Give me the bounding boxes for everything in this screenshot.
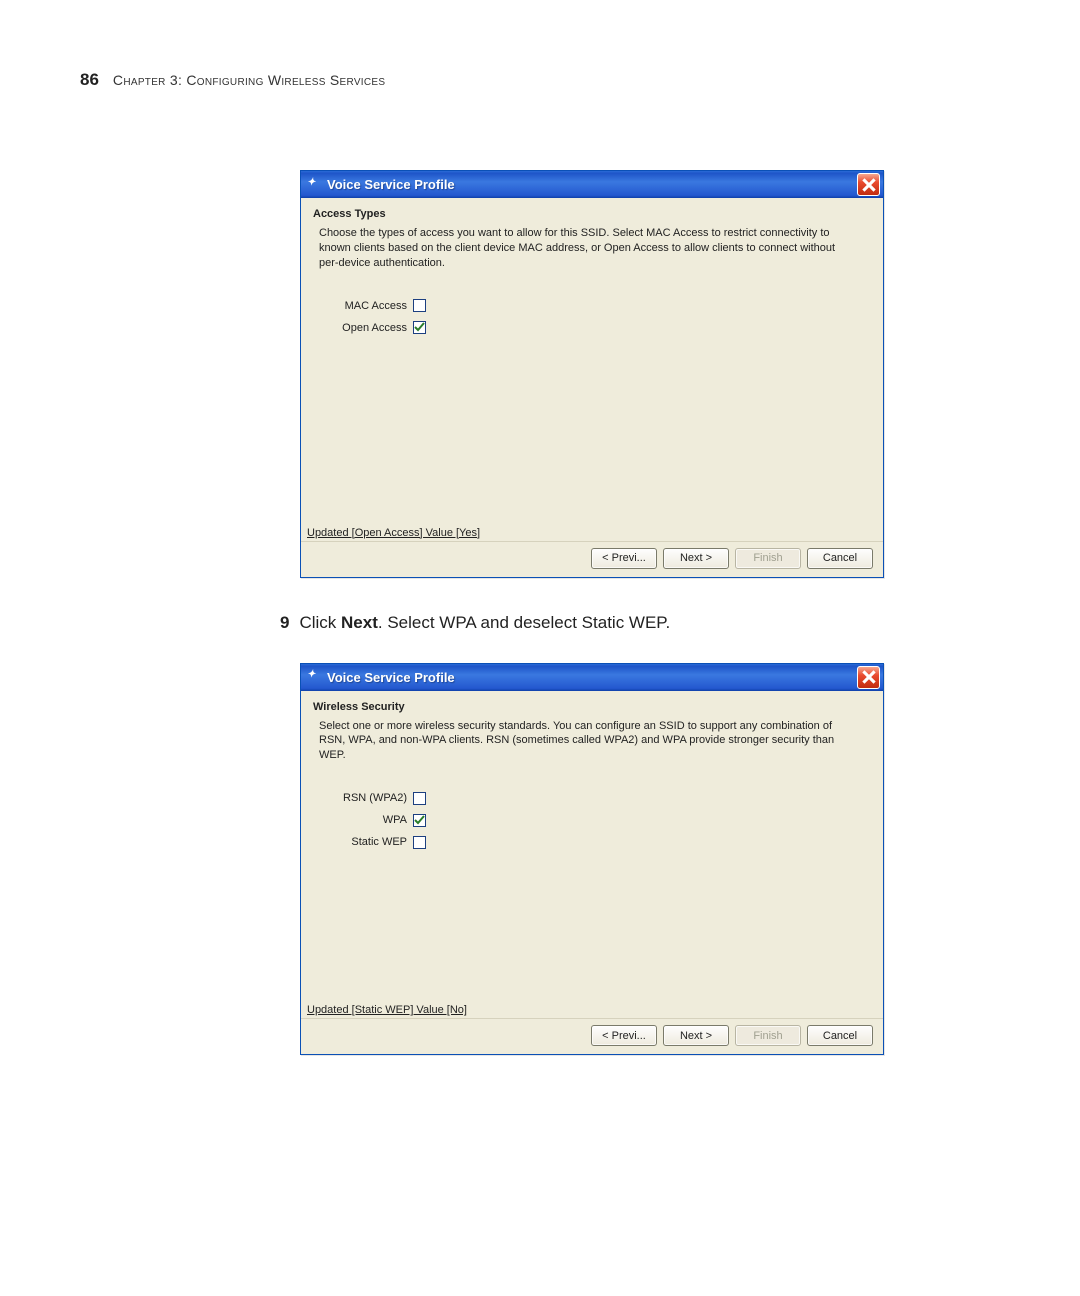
options-area: MAC Access Open Access [301, 277, 883, 525]
open-access-checkbox[interactable] [413, 321, 426, 334]
close-button[interactable] [857, 666, 880, 689]
dialog-voice-service-profile-2: ✦ Voice Service Profile Wireless Securit… [300, 663, 884, 1056]
section-description: Select one or more wireless security sta… [313, 719, 871, 764]
option-row-static-wep: Static WEP [301, 831, 883, 853]
option-row-wpa: WPA [301, 809, 883, 831]
screenshot-2: ✦ Voice Service Profile Wireless Securit… [300, 663, 1000, 1056]
page-header: 86 Chapter 3: Configuring Wireless Servi… [80, 70, 1000, 90]
nav-bar: < Previ... Next > Finish Cancel [301, 1018, 883, 1054]
section-description: Choose the types of access you want to a… [313, 226, 871, 271]
document-page: 86 Chapter 3: Configuring Wireless Servi… [0, 0, 1080, 1170]
option-label: Open Access [319, 322, 413, 334]
option-label: Static WEP [319, 836, 413, 848]
options-area: RSN (WPA2) WPA Static WEP [301, 769, 883, 1002]
option-row-mac-access: MAC Access [301, 295, 883, 317]
titlebar: ✦ Voice Service Profile [301, 171, 883, 198]
mac-access-checkbox[interactable] [413, 299, 426, 312]
instruction-step-9: 9 Click Next. Select WPA and deselect St… [280, 613, 1000, 633]
chapter-title: Chapter 3: Configuring Wireless Services [113, 72, 385, 88]
option-row-rsn-wpa2: RSN (WPA2) [301, 787, 883, 809]
description-panel: Wireless Security Select one or more wir… [301, 691, 883, 770]
cancel-button[interactable]: Cancel [807, 1025, 873, 1046]
rsn-wpa2-checkbox[interactable] [413, 792, 426, 805]
option-label: RSN (WPA2) [319, 792, 413, 804]
app-icon: ✦ [307, 177, 323, 193]
static-wep-checkbox[interactable] [413, 836, 426, 849]
section-heading: Wireless Security [313, 701, 871, 713]
titlebar: ✦ Voice Service Profile [301, 664, 883, 691]
previous-button[interactable]: < Previ... [591, 1025, 657, 1046]
option-row-open-access: Open Access [301, 317, 883, 339]
finish-button: Finish [735, 1025, 801, 1046]
page-number: 86 [80, 70, 99, 90]
close-icon [862, 178, 876, 192]
step-text: Click Next. Select WPA and deselect Stat… [299, 613, 670, 633]
status-line: Updated [Static WEP] Value [No] [301, 1002, 883, 1018]
finish-button: Finish [735, 548, 801, 569]
close-button[interactable] [857, 173, 880, 196]
description-panel: Access Types Choose the types of access … [301, 198, 883, 277]
next-button[interactable]: Next > [663, 1025, 729, 1046]
step-number: 9 [280, 613, 289, 633]
window-title: Voice Service Profile [327, 177, 857, 192]
cancel-button[interactable]: Cancel [807, 548, 873, 569]
option-label: MAC Access [319, 300, 413, 312]
window-title: Voice Service Profile [327, 670, 857, 685]
previous-button[interactable]: < Previ... [591, 548, 657, 569]
dialog-voice-service-profile-1: ✦ Voice Service Profile Access Types Cho… [300, 170, 884, 578]
next-button[interactable]: Next > [663, 548, 729, 569]
wpa-checkbox[interactable] [413, 814, 426, 827]
close-icon [862, 670, 876, 684]
option-label: WPA [319, 814, 413, 826]
section-heading: Access Types [313, 208, 871, 220]
status-line: Updated [Open Access] Value [Yes] [301, 525, 883, 541]
screenshot-1: ✦ Voice Service Profile Access Types Cho… [300, 170, 1000, 578]
nav-bar: < Previ... Next > Finish Cancel [301, 541, 883, 577]
app-icon: ✦ [307, 669, 323, 685]
